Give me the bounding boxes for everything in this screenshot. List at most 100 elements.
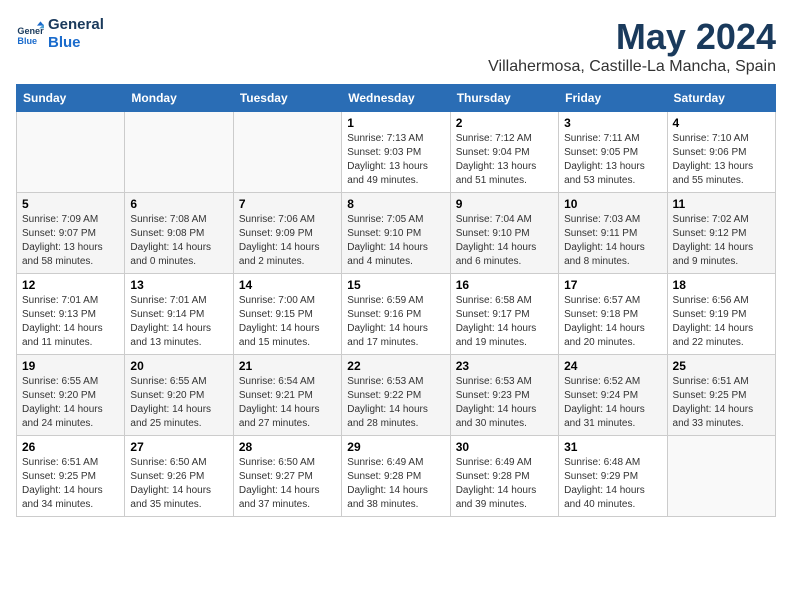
calendar-cell: 11Sunrise: 7:02 AMSunset: 9:12 PMDayligh… xyxy=(667,193,775,274)
day-number: 10 xyxy=(564,197,661,211)
calendar-cell: 2 Sunrise: 7:12 AMSunset: 9:04 PMDaylight… xyxy=(450,112,558,193)
calendar-cell: 13 Sunrise: 7:01 AMSunset: 9:14 PMDayligh… xyxy=(125,274,233,355)
day-info: Sunrise: 6:50 AMSunset: 9:26 PMDaylight:… xyxy=(130,456,227,512)
weekday-header-monday: Monday xyxy=(125,85,233,112)
day-info: Sunrise: 7:12 AMSunset: 9:04 PMDaylight:… xyxy=(456,132,553,188)
day-number: 7 xyxy=(239,197,336,211)
weekday-header-tuesday: Tuesday xyxy=(233,85,341,112)
calendar-week-4: 19 Sunrise: 6:55 AMSunset: 9:20 PMDayligh… xyxy=(17,355,776,436)
day-number: 30 xyxy=(456,440,553,454)
page-header: General Blue General Blue May 2024 Villa… xyxy=(16,16,776,76)
day-info: Sunrise: 6:55 AMSunset: 9:20 PMDaylight:… xyxy=(22,375,119,431)
calendar-header: SundayMondayTuesdayWednesdayThursdayFrid… xyxy=(17,85,776,112)
calendar-week-2: 5Sunrise: 7:09 AMSunset: 9:07 PMDaylight… xyxy=(17,193,776,274)
day-info: Sunrise: 6:52 AMSunset: 9:24 PMDaylight:… xyxy=(564,375,661,431)
day-number: 23 xyxy=(456,359,553,373)
day-info: Sunrise: 6:58 AMSunset: 9:17 PMDaylight:… xyxy=(456,294,553,350)
calendar-cell: 16Sunrise: 6:58 AMSunset: 9:17 PMDayligh… xyxy=(450,274,558,355)
calendar-body: 1 Sunrise: 7:13 AMSunset: 9:03 PMDaylight… xyxy=(17,112,776,517)
weekday-header-saturday: Saturday xyxy=(667,85,775,112)
logo-icon: General Blue xyxy=(16,20,44,48)
day-info: Sunrise: 6:48 AMSunset: 9:29 PMDaylight:… xyxy=(564,456,661,512)
day-info: Sunrise: 6:55 AMSunset: 9:20 PMDaylight:… xyxy=(130,375,227,431)
day-info: Sunrise: 7:06 AMSunset: 9:09 PMDaylight:… xyxy=(239,213,336,269)
calendar-cell: 15Sunrise: 6:59 AMSunset: 9:16 PMDayligh… xyxy=(342,274,450,355)
calendar-cell xyxy=(125,112,233,193)
day-info: Sunrise: 6:53 AMSunset: 9:23 PMDaylight:… xyxy=(456,375,553,431)
day-info: Sunrise: 6:56 AMSunset: 9:19 PMDaylight:… xyxy=(673,294,770,350)
day-info: Sunrise: 7:00 AMSunset: 9:15 PMDaylight:… xyxy=(239,294,336,350)
logo-general: General xyxy=(48,16,104,34)
calendar-cell: 21Sunrise: 6:54 AMSunset: 9:21 PMDayligh… xyxy=(233,355,341,436)
day-info: Sunrise: 7:13 AMSunset: 9:03 PMDaylight:… xyxy=(347,132,444,188)
calendar-cell: 5Sunrise: 7:09 AMSunset: 9:07 PMDaylight… xyxy=(17,193,125,274)
day-info: Sunrise: 6:50 AMSunset: 9:27 PMDaylight:… xyxy=(239,456,336,512)
calendar-cell: 10 Sunrise: 7:03 AMSunset: 9:11 PMDayligh… xyxy=(559,193,667,274)
weekday-header-thursday: Thursday xyxy=(450,85,558,112)
calendar-cell xyxy=(233,112,341,193)
day-number: 20 xyxy=(130,359,227,373)
calendar-cell: 22 Sunrise: 6:53 AMSunset: 9:22 PMDayligh… xyxy=(342,355,450,436)
month-title: May 2024 xyxy=(488,16,776,58)
day-info: Sunrise: 6:57 AMSunset: 9:18 PMDaylight:… xyxy=(564,294,661,350)
svg-text:General: General xyxy=(17,26,44,36)
calendar-cell: 19 Sunrise: 6:55 AMSunset: 9:20 PMDayligh… xyxy=(17,355,125,436)
day-info: Sunrise: 6:51 AMSunset: 9:25 PMDaylight:… xyxy=(22,456,119,512)
day-info: Sunrise: 6:51 AMSunset: 9:25 PMDaylight:… xyxy=(673,375,770,431)
day-info: Sunrise: 7:01 AMSunset: 9:13 PMDaylight:… xyxy=(22,294,119,350)
calendar-table: SundayMondayTuesdayWednesdayThursdayFrid… xyxy=(16,84,776,517)
day-number: 13 xyxy=(130,278,227,292)
day-number: 29 xyxy=(347,440,444,454)
calendar-cell: 26 Sunrise: 6:51 AMSunset: 9:25 PMDayligh… xyxy=(17,436,125,517)
weekday-header-friday: Friday xyxy=(559,85,667,112)
day-number: 1 xyxy=(347,116,444,130)
day-number: 28 xyxy=(239,440,336,454)
calendar-cell: 6 Sunrise: 7:08 AMSunset: 9:08 PMDaylight… xyxy=(125,193,233,274)
day-info: Sunrise: 6:53 AMSunset: 9:22 PMDaylight:… xyxy=(347,375,444,431)
day-number: 18 xyxy=(673,278,770,292)
day-number: 15 xyxy=(347,278,444,292)
calendar-cell: 12Sunrise: 7:01 AMSunset: 9:13 PMDayligh… xyxy=(17,274,125,355)
location-title: Villahermosa, Castille-La Mancha, Spain xyxy=(488,58,776,76)
calendar-cell: 14 Sunrise: 7:00 AMSunset: 9:15 PMDayligh… xyxy=(233,274,341,355)
day-info: Sunrise: 7:02 AMSunset: 9:12 PMDaylight:… xyxy=(673,213,770,269)
weekday-header-wednesday: Wednesday xyxy=(342,85,450,112)
day-number: 22 xyxy=(347,359,444,373)
calendar-week-3: 12Sunrise: 7:01 AMSunset: 9:13 PMDayligh… xyxy=(17,274,776,355)
calendar-cell: 1 Sunrise: 7:13 AMSunset: 9:03 PMDaylight… xyxy=(342,112,450,193)
day-number: 4 xyxy=(673,116,770,130)
logo: General Blue General Blue xyxy=(16,16,104,52)
weekday-header-sunday: Sunday xyxy=(17,85,125,112)
calendar-cell xyxy=(17,112,125,193)
day-number: 14 xyxy=(239,278,336,292)
day-number: 27 xyxy=(130,440,227,454)
day-number: 2 xyxy=(456,116,553,130)
calendar-cell: 25 Sunrise: 6:51 AMSunset: 9:25 PMDayligh… xyxy=(667,355,775,436)
calendar-cell: 24Sunrise: 6:52 AMSunset: 9:24 PMDayligh… xyxy=(559,355,667,436)
day-info: Sunrise: 6:49 AMSunset: 9:28 PMDaylight:… xyxy=(347,456,444,512)
day-info: Sunrise: 7:04 AMSunset: 9:10 PMDaylight:… xyxy=(456,213,553,269)
calendar-cell: 30Sunrise: 6:49 AMSunset: 9:28 PMDayligh… xyxy=(450,436,558,517)
day-number: 3 xyxy=(564,116,661,130)
calendar-week-5: 26 Sunrise: 6:51 AMSunset: 9:25 PMDayligh… xyxy=(17,436,776,517)
day-number: 6 xyxy=(130,197,227,211)
day-number: 19 xyxy=(22,359,119,373)
day-number: 26 xyxy=(22,440,119,454)
day-number: 25 xyxy=(673,359,770,373)
day-info: Sunrise: 7:03 AMSunset: 9:11 PMDaylight:… xyxy=(564,213,661,269)
calendar-cell: 18 Sunrise: 6:56 AMSunset: 9:19 PMDayligh… xyxy=(667,274,775,355)
day-info: Sunrise: 7:08 AMSunset: 9:08 PMDaylight:… xyxy=(130,213,227,269)
calendar-cell: 4Sunrise: 7:10 AMSunset: 9:06 PMDaylight… xyxy=(667,112,775,193)
day-number: 5 xyxy=(22,197,119,211)
weekday-header-row: SundayMondayTuesdayWednesdayThursdayFrid… xyxy=(17,85,776,112)
calendar-week-1: 1 Sunrise: 7:13 AMSunset: 9:03 PMDaylight… xyxy=(17,112,776,193)
calendar-cell: 9 Sunrise: 7:04 AMSunset: 9:10 PMDaylight… xyxy=(450,193,558,274)
calendar-cell: 27 Sunrise: 6:50 AMSunset: 9:26 PMDayligh… xyxy=(125,436,233,517)
calendar-cell xyxy=(667,436,775,517)
day-number: 9 xyxy=(456,197,553,211)
day-number: 31 xyxy=(564,440,661,454)
day-info: Sunrise: 7:01 AMSunset: 9:14 PMDaylight:… xyxy=(130,294,227,350)
day-info: Sunrise: 7:11 AMSunset: 9:05 PMDaylight:… xyxy=(564,132,661,188)
calendar-cell: 29 Sunrise: 6:49 AMSunset: 9:28 PMDayligh… xyxy=(342,436,450,517)
day-number: 17 xyxy=(564,278,661,292)
